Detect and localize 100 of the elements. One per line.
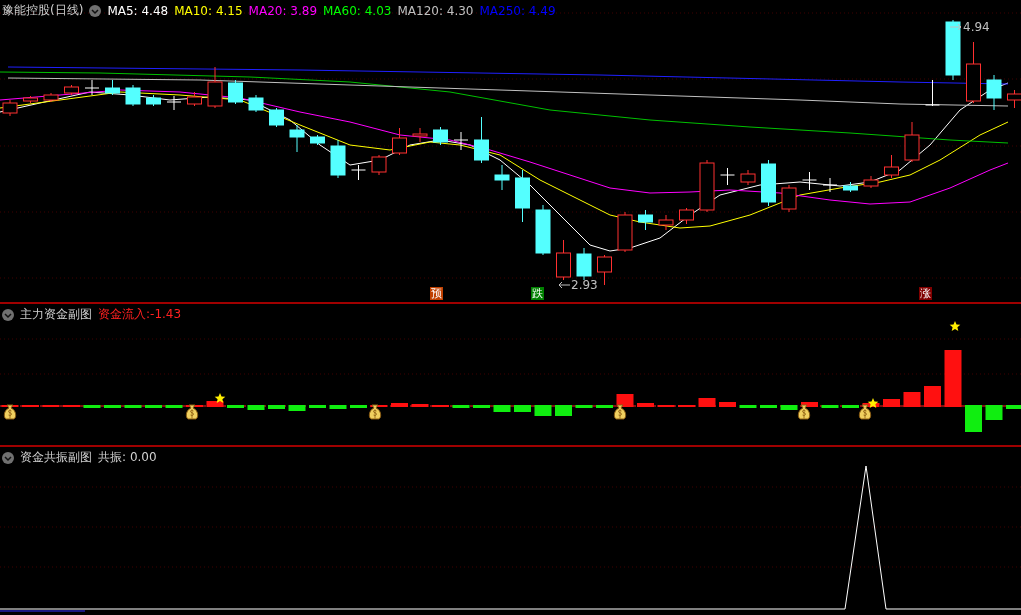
candlestick xyxy=(494,164,510,191)
candlestick xyxy=(884,154,899,179)
capital-flow-bar xyxy=(268,405,285,409)
candlestick xyxy=(904,121,920,163)
arrow-icon xyxy=(950,23,962,31)
capital-flow-bar xyxy=(883,399,900,407)
candlestick xyxy=(617,211,633,253)
money-bag-icon xyxy=(185,404,199,420)
candlestick xyxy=(761,159,776,207)
capital-flow-bar xyxy=(944,350,962,407)
price-label: 4.94 xyxy=(963,20,990,34)
capital-flow-bar xyxy=(637,403,654,407)
capital-flow-bar xyxy=(739,405,757,408)
indicator-reading: MA250: 4.49 xyxy=(479,3,556,18)
candlestick xyxy=(371,154,387,176)
capital-flow-bar xyxy=(165,405,183,408)
indicator-reading: MA10: 4.15 xyxy=(174,3,243,18)
candlestick xyxy=(146,94,161,107)
signal-tag: 预 xyxy=(430,287,443,300)
candlestick xyxy=(248,94,264,113)
candlestick xyxy=(105,79,120,96)
collapse-icon[interactable] xyxy=(2,451,14,464)
capital-flow-bar xyxy=(391,403,408,407)
capital-flow-bar xyxy=(145,405,162,408)
capital-flow-bar xyxy=(534,405,552,416)
star-icon xyxy=(949,321,961,331)
candlestick xyxy=(863,175,879,189)
capital-flow-bar xyxy=(309,405,326,408)
panel-title: 资金共振副图 xyxy=(20,449,92,466)
capital-flow-bar xyxy=(493,405,511,412)
money-bag-icon xyxy=(858,404,872,420)
capital-flow-bar xyxy=(104,405,121,408)
capital-flow-bar xyxy=(411,404,429,407)
capital-flow-bar xyxy=(821,405,839,408)
candlestick xyxy=(64,84,79,96)
candlestick xyxy=(310,134,325,146)
candlestick xyxy=(658,214,674,231)
candlestick xyxy=(822,177,838,193)
candlestick xyxy=(289,124,305,153)
capital-flow-bar xyxy=(924,386,941,407)
candlestick xyxy=(597,254,612,286)
capital-flow-bar xyxy=(288,405,306,411)
capital-flow-bar xyxy=(473,405,490,408)
star-icon xyxy=(214,393,226,403)
candlestick xyxy=(453,131,469,151)
collapse-icon[interactable] xyxy=(2,308,14,321)
candlestick xyxy=(43,92,59,103)
candlestick xyxy=(84,79,100,96)
capital-flow-bar xyxy=(575,405,593,408)
signal-tag: 涨 xyxy=(919,287,932,300)
capital-flow-bar xyxy=(555,405,572,416)
panel-title: 主力资金副图 xyxy=(20,306,92,323)
capital-flow-bar xyxy=(514,405,531,412)
candlestick xyxy=(925,79,940,107)
candlestick xyxy=(228,79,243,105)
capital-flow-bar xyxy=(329,405,347,409)
candlestick xyxy=(556,239,571,281)
capital-flow-bar xyxy=(452,405,470,408)
candlestick xyxy=(945,19,961,81)
signal-tag: 跌 xyxy=(531,287,544,300)
capital-flow-bar xyxy=(698,398,716,407)
candlestick xyxy=(843,181,858,193)
candlestick xyxy=(166,95,182,111)
candlestick xyxy=(781,184,797,213)
star-icon xyxy=(867,398,879,408)
candlestick xyxy=(638,209,653,231)
candlestick xyxy=(515,169,530,223)
candlestick xyxy=(207,66,223,109)
candlestick xyxy=(392,127,407,156)
candlestick xyxy=(802,171,817,191)
capital-flow-bar xyxy=(83,405,101,408)
candlestick xyxy=(187,91,202,107)
indicator-reading: MA20: 3.89 xyxy=(248,3,317,18)
candlestick xyxy=(433,126,448,146)
capital-flow-bar xyxy=(1006,405,1021,409)
candlestick xyxy=(966,41,981,104)
candlestick xyxy=(474,116,489,164)
chart-title: 豫能控股(日线) xyxy=(2,2,84,19)
candlestick xyxy=(720,167,735,186)
indicator-reading: MA5: 4.48 xyxy=(107,3,169,18)
capital-flow-bar xyxy=(842,405,859,408)
capital-flow-bar xyxy=(596,405,613,408)
price-label: 2.93 xyxy=(571,278,598,292)
indicator-reading: MA120: 4.30 xyxy=(397,3,474,18)
candlestick xyxy=(986,74,1002,111)
collapse-icon[interactable] xyxy=(89,4,102,17)
indicator-reading: 共振: 0.00 xyxy=(98,449,157,466)
candlestick xyxy=(679,207,694,225)
candlestick xyxy=(125,84,141,107)
capital-flow-bar xyxy=(965,405,982,432)
arrow-icon xyxy=(558,281,570,289)
candlestick xyxy=(351,164,366,181)
money-bag-icon xyxy=(613,404,627,420)
candlestick xyxy=(535,204,551,256)
capital-flow-bar xyxy=(719,402,736,407)
capital-flow-bar xyxy=(985,405,1003,420)
candlestick xyxy=(576,247,592,281)
capital-flow-bar xyxy=(350,405,367,408)
capital-flow-bar xyxy=(124,405,142,408)
money-bag-icon xyxy=(797,404,811,420)
